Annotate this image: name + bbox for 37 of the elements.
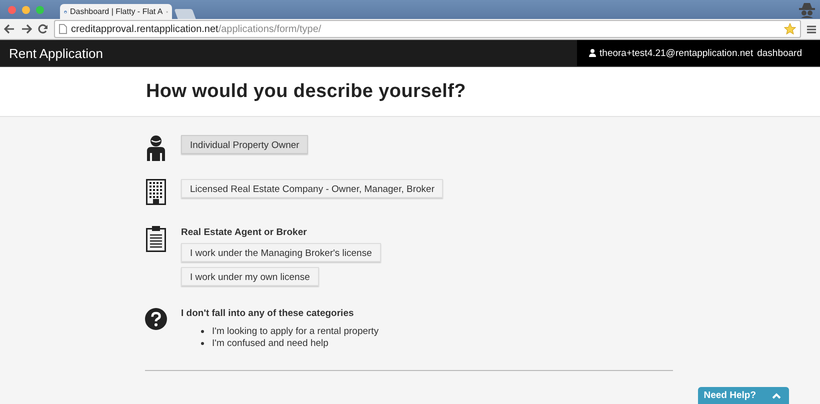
menu-icon[interactable]	[807, 24, 816, 34]
url-path: /applications/form/type/	[218, 24, 322, 34]
minimize-window-button[interactable]	[22, 6, 30, 14]
star-icon[interactable]	[784, 23, 796, 35]
back-icon[interactable]	[4, 24, 15, 34]
help-link[interactable]: I'm looking to apply for a rental property	[212, 326, 379, 337]
reload-icon[interactable]	[38, 24, 48, 34]
forward-icon[interactable]	[21, 24, 32, 34]
building-icon	[146, 179, 166, 205]
user-email: theora+test4.21@rentapplication.net	[600, 48, 754, 58]
person-icon	[147, 135, 165, 161]
user-icon	[588, 49, 596, 57]
page-icon	[59, 24, 67, 34]
url-host: creditapproval.rentapplication.net	[71, 24, 218, 34]
dashboard-link[interactable]: dashboard	[757, 48, 802, 58]
option-button[interactable]: I work under the Managing Broker's license	[181, 243, 381, 262]
new-tab-button[interactable]	[174, 9, 196, 19]
browser-tab[interactable]: Dashboard | Flatty - Flat A	[60, 4, 172, 19]
bullet-icon	[201, 342, 204, 345]
section-heading: Real Estate Agent or Broker	[181, 227, 307, 238]
option-button[interactable]: Licensed Real Estate Company - Owner, Manager, Broker	[181, 179, 444, 198]
page-title: How would you describe yourself?	[146, 80, 466, 102]
user-menu[interactable]: theora+test4.21@rentapplication.net dashboard	[576, 40, 820, 66]
option-button[interactable]: Individual Property Owner	[181, 135, 308, 154]
incognito-icon	[798, 2, 816, 18]
chevron-up-icon	[772, 392, 781, 398]
app-brand[interactable]: Rent Application	[0, 46, 103, 60]
bullet-icon	[201, 330, 204, 333]
maximize-window-button[interactable]	[36, 6, 44, 14]
help-link[interactable]: I'm confused and need help	[212, 338, 328, 349]
tab-title: Dashboard | Flatty - Flat A	[70, 7, 163, 16]
globe-icon	[64, 8, 67, 16]
section-heading: I don't fall into any of these categories	[181, 308, 354, 319]
question-icon	[145, 307, 167, 331]
clipboard-icon	[146, 226, 166, 252]
option-button[interactable]: I work under my own license	[181, 267, 319, 286]
address-bar[interactable]: creditapproval.rentapplication.net/applications/form/type/	[54, 20, 801, 38]
